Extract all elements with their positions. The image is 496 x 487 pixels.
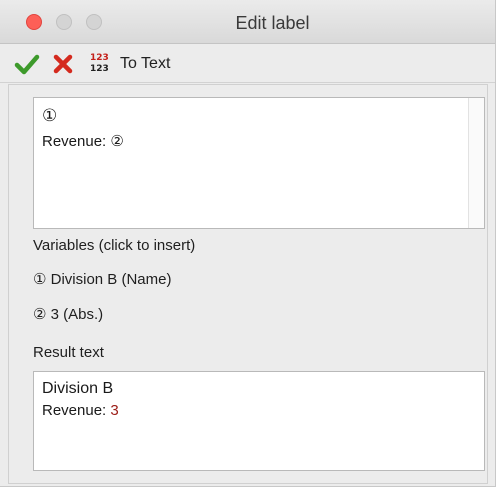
result-heading: Result text bbox=[33, 344, 104, 361]
window-title: Edit label bbox=[235, 13, 310, 33]
label-editor[interactable]: ① Revenue: ② bbox=[33, 97, 485, 229]
variable-token: ② bbox=[33, 306, 47, 323]
cancel-button[interactable] bbox=[52, 51, 78, 77]
editor-line-1: ① bbox=[42, 106, 58, 125]
result-preview: Division B Revenue: 3 bbox=[33, 371, 485, 471]
editor-scrollbar[interactable] bbox=[468, 98, 484, 228]
variable-item-abs[interactable]: ② 3 (Abs.) bbox=[33, 305, 103, 323]
checkmark-icon bbox=[14, 54, 40, 75]
variables-heading: Variables (click to insert) bbox=[33, 237, 196, 254]
edit-label-window: Edit label 123 123 To Text ① Revenue: ② bbox=[0, 0, 496, 487]
editor-line-2: Revenue: ② bbox=[42, 133, 124, 150]
to-text-label: To Text bbox=[120, 55, 171, 72]
result-line-1: Division B bbox=[42, 380, 114, 397]
variable-token: ① bbox=[33, 271, 47, 288]
numbers-icon: 123 123 bbox=[90, 53, 109, 74]
variable-token: ② bbox=[110, 133, 124, 150]
content-panel: ① Revenue: ② Variables (click to insert)… bbox=[8, 84, 488, 484]
title-bar[interactable]: Edit label bbox=[0, 0, 495, 44]
result-value: 3 bbox=[110, 402, 119, 419]
x-icon bbox=[53, 54, 73, 74]
to-text-button[interactable]: 123 123 To Text bbox=[88, 51, 170, 77]
result-line-2: Revenue: 3 bbox=[42, 402, 119, 419]
confirm-button[interactable] bbox=[14, 51, 42, 77]
toolbar: 123 123 To Text bbox=[0, 45, 495, 83]
variable-item-name[interactable]: ① Division B (Name) bbox=[33, 270, 171, 288]
